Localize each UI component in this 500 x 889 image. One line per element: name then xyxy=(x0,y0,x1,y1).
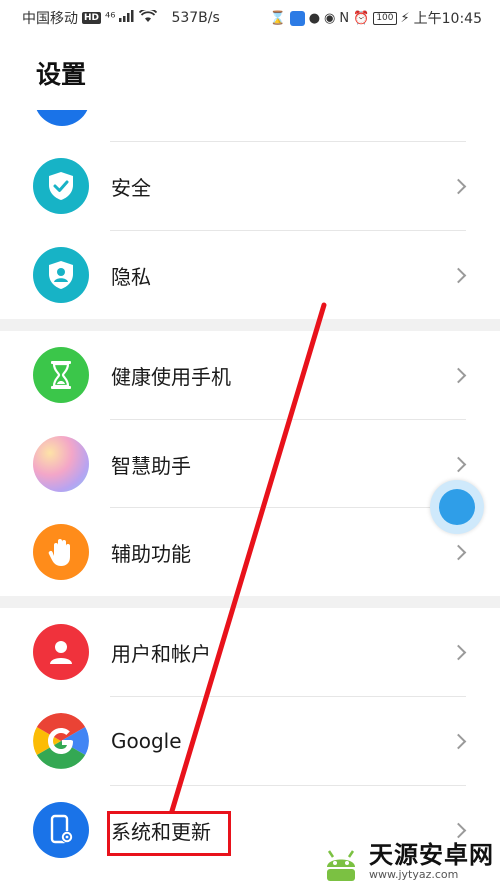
clock: 上午10:45 xyxy=(413,11,482,27)
settings-item-digital-balance[interactable]: 健康使用手机 xyxy=(0,331,500,419)
settings-item-label: 安全 xyxy=(111,175,151,200)
settings-item-smart-assistant[interactable]: 智慧助手 xyxy=(0,420,500,508)
hourglass-icon xyxy=(33,347,89,403)
settings-item-google[interactable]: Google xyxy=(0,697,500,785)
hd-icon: HD xyxy=(82,12,102,24)
floating-dock-button[interactable] xyxy=(430,480,484,534)
shield-icon xyxy=(33,158,89,214)
settings-item-label: 智慧助手 xyxy=(111,453,191,478)
watermark: 天源安卓网 www.jytyaz.com xyxy=(317,837,494,885)
app-icon xyxy=(289,10,305,26)
google-icon xyxy=(33,713,89,769)
floating-dock-core xyxy=(439,489,475,525)
status-left: 中国移动 HD ⁴⁶ 537B/s xyxy=(22,7,220,28)
privacy-person-icon xyxy=(33,247,89,303)
wifi-icon xyxy=(139,7,158,27)
chevron-right-icon xyxy=(450,367,467,383)
nfc-icon: N xyxy=(339,10,350,26)
section-separator xyxy=(0,319,500,331)
settings-item-label: 健康使用手机 xyxy=(111,364,231,389)
network-speed: 537B/s xyxy=(171,10,220,26)
chevron-right-icon xyxy=(450,733,467,749)
settings-item-label: Google xyxy=(111,729,182,753)
settings-item-label: 用户和帐户 xyxy=(111,641,211,666)
assistant-icon xyxy=(33,436,89,492)
network-type-label: ⁴⁶ xyxy=(105,10,116,26)
chevron-right-icon xyxy=(450,456,467,472)
user-icon xyxy=(33,624,89,680)
watermark-url: www.jytyaz.com xyxy=(369,867,459,881)
chevron-right-icon xyxy=(450,178,467,194)
page-title: 设置 xyxy=(36,60,87,89)
chevron-right-icon xyxy=(450,644,467,660)
settings-item-label: 辅助功能 xyxy=(111,541,191,566)
hourglass-icon: ⌛ xyxy=(269,10,286,26)
phone-settings-icon xyxy=(33,802,89,858)
wechat-icon: ● xyxy=(308,10,321,26)
charging-icon: ⚡ xyxy=(400,10,410,26)
eye-icon: ◉ xyxy=(324,10,336,26)
android-logo-icon xyxy=(327,850,355,881)
watermark-title: 天源安卓网 xyxy=(369,840,494,869)
settings-item-label: 隐私 xyxy=(111,264,151,289)
carrier-label: 中国移动 xyxy=(22,11,78,27)
status-right: ⌛ ● ◉ N ⏰ 100 ⚡ 上午10:45 xyxy=(270,8,482,28)
chevron-right-icon xyxy=(450,267,467,283)
settings-item-security[interactable]: 安全 xyxy=(0,142,500,230)
battery-icon: 100 xyxy=(373,11,397,25)
chevron-right-icon xyxy=(450,544,467,560)
chevron-right-icon xyxy=(450,822,467,838)
settings-item-users-accounts[interactable]: 用户和帐户 xyxy=(0,608,500,696)
signal-icon xyxy=(119,10,135,26)
status-bar: 中国移动 HD ⁴⁶ 537B/s ⌛ ● ◉ N ⏰ 100 ⚡ 上午10:4… xyxy=(0,0,500,36)
section-separator xyxy=(0,596,500,608)
annotation-highlight-box xyxy=(107,811,231,856)
settings-item-accessibility[interactable]: 辅助功能 xyxy=(0,508,500,596)
settings-item-privacy[interactable]: 隐私 xyxy=(0,231,500,319)
alarm-icon: ⏰ xyxy=(353,10,370,26)
hand-icon xyxy=(33,524,89,580)
